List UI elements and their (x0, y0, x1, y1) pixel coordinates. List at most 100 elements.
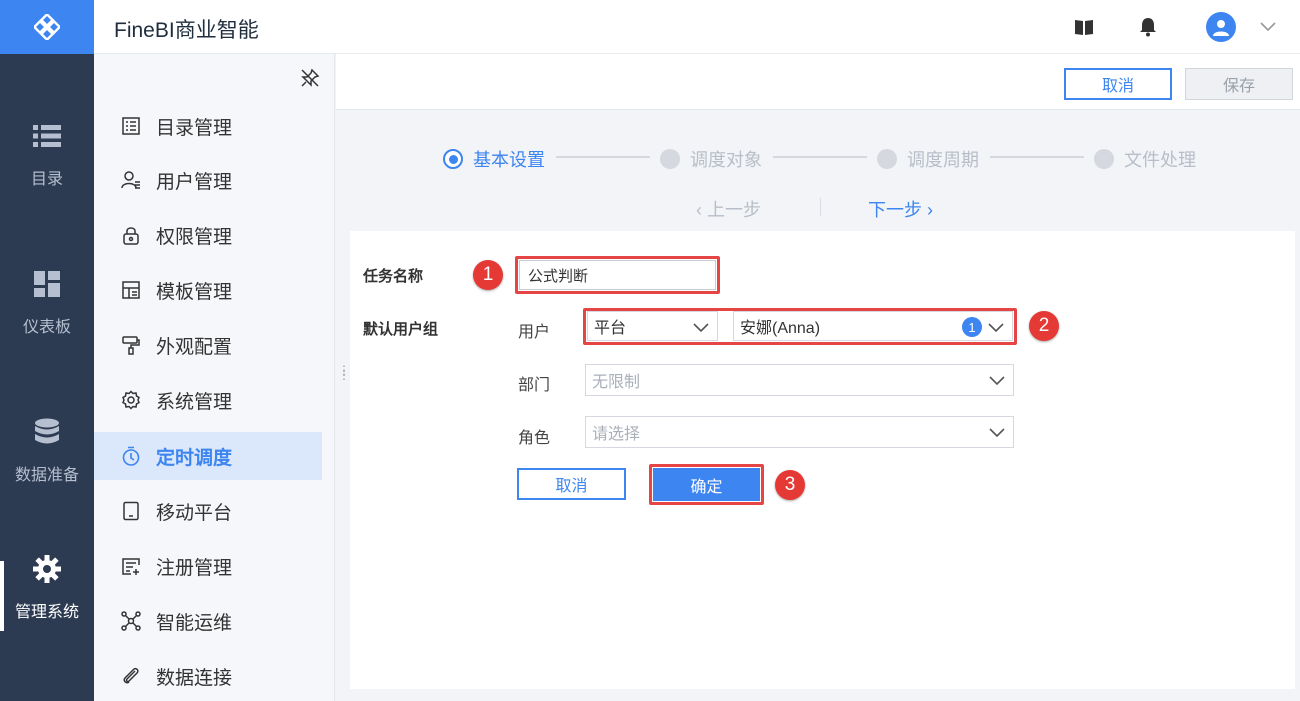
sidebar-item-ops[interactable]: 智能运维 (94, 597, 322, 645)
sidebar-item-system[interactable]: 系统管理 (94, 376, 322, 424)
rail-item-label: 管理系统 (14, 604, 79, 621)
form-cancel-button[interactable]: 取消 (517, 468, 626, 500)
catalog-icon (120, 115, 142, 137)
chevron-down-icon (989, 425, 1005, 443)
sidebar-item-templates[interactable]: 模板管理 (94, 266, 322, 314)
next-step-button[interactable]: 下一步 › (868, 196, 933, 222)
user-label: 用户 (518, 324, 551, 341)
step-file-handling[interactable]: 文件处理 (1094, 146, 1196, 172)
timer-icon (120, 445, 142, 467)
chevron-down-icon (693, 320, 709, 338)
sidebar-item-mobile[interactable]: 移动平台 (94, 487, 322, 535)
sidebar-item-label: 外观配置 (156, 336, 233, 358)
rail-item-admin[interactable]: 管理系统 (0, 533, 94, 643)
sidebar-item-scheduling[interactable]: 定时调度 (94, 432, 322, 480)
prev-step-button[interactable]: ‹ 上一步 (696, 196, 761, 222)
step-label: 调度周期 (907, 150, 979, 170)
top-header: FineBI商业智能 (94, 0, 1300, 54)
avatar[interactable] (1206, 12, 1236, 42)
chevron-right-icon: › (927, 200, 934, 220)
role-label: 角色 (518, 430, 551, 447)
step-schedule-target[interactable]: 调度对象 (660, 146, 762, 172)
save-button[interactable]: 保存 (1185, 68, 1293, 100)
app-rail: 目录 仪表板 数据准备 管理系统 (0, 0, 94, 701)
book-icon[interactable] (1074, 17, 1094, 37)
resize-handle[interactable]: ⋮ ⋮ (338, 364, 350, 381)
cog-icon (120, 389, 142, 411)
template-icon (120, 279, 142, 301)
sidebar-item-label: 用户管理 (156, 171, 233, 193)
sidebar-item-label: 系统管理 (156, 391, 233, 413)
sidebar-item-data-connection[interactable]: 数据连接 (94, 652, 322, 700)
user-source-value: 平台 (594, 320, 627, 337)
sidebar-item-label: 移动平台 (156, 502, 233, 524)
user-icon (120, 169, 142, 191)
role-placeholder: 请选择 (592, 426, 641, 443)
nav-divider (820, 198, 821, 216)
task-name-label: 任务名称 (363, 268, 424, 285)
role-select[interactable]: 请选择 (585, 416, 1014, 448)
rail-item-label: 数据准备 (14, 467, 79, 484)
sidebar-item-permissions[interactable]: 权限管理 (94, 211, 322, 259)
sidebar-item-label: 权限管理 (156, 226, 233, 248)
chevron-left-icon: ‹ (696, 200, 707, 220)
task-name-input[interactable]: 公式判断 (519, 260, 716, 290)
sidebar-item-catalog[interactable]: 目录管理 (94, 102, 322, 150)
annotation-badge-3: 3 (775, 470, 805, 500)
user-select[interactable]: 安娜(Anna) 1 (733, 311, 1013, 341)
confirm-button[interactable]: 确定 (653, 468, 760, 501)
rail-item-label: 仪表板 (22, 319, 71, 336)
step-schedule-period[interactable]: 调度周期 (877, 146, 979, 172)
tablet-icon (120, 500, 142, 522)
admin-sidebar: 目录管理 用户管理 权限管理 模板管理 外观配置 系统管理 定时调度 移动平台 … (94, 54, 335, 701)
user-source-select[interactable]: 平台 (587, 311, 718, 341)
prev-step-label: 上一步 (707, 200, 761, 220)
chevron-down-icon[interactable] (1260, 19, 1276, 37)
network-icon (120, 610, 142, 632)
sidebar-item-label: 数据连接 (156, 667, 233, 689)
app-logo[interactable] (0, 0, 94, 54)
chevron-down-icon (988, 320, 1004, 338)
app-title: FineBI商业智能 (114, 19, 259, 42)
sidebar-item-appearance[interactable]: 外观配置 (94, 321, 322, 369)
annotation-badge-1: 1 (473, 260, 503, 290)
step-connector (773, 156, 867, 158)
database-icon (32, 417, 62, 447)
step-connector (556, 156, 650, 158)
pin-icon[interactable] (300, 68, 320, 93)
bell-icon[interactable] (1138, 17, 1158, 37)
step-dot (443, 149, 463, 169)
rail-item-data-prep[interactable]: 数据准备 (0, 396, 94, 506)
rail-item-dashboard[interactable]: 仪表板 (0, 248, 94, 358)
department-value: 无限制 (592, 374, 641, 391)
step-dot (1094, 149, 1114, 169)
user-avatar-icon (1213, 20, 1229, 36)
paperclip-icon (120, 665, 142, 687)
sidebar-item-label: 模板管理 (156, 281, 233, 303)
next-step-label: 下一步 (868, 200, 922, 220)
sidebar-item-label: 智能运维 (156, 612, 233, 634)
gear-icon (32, 554, 62, 584)
step-label: 文件处理 (1124, 150, 1196, 170)
step-basic-settings[interactable]: 基本设置 (443, 146, 545, 172)
rail-item-catalog[interactable]: 目录 (0, 100, 94, 210)
user-value: 安娜(Anna) (740, 320, 821, 337)
user-count-badge: 1 (962, 317, 982, 337)
cancel-button[interactable]: 取消 (1064, 68, 1172, 100)
sidebar-item-registration[interactable]: 注册管理 (94, 542, 322, 590)
lock-icon (120, 224, 142, 246)
step-label: 基本设置 (473, 150, 545, 170)
list-icon (32, 121, 62, 151)
step-connector (990, 156, 1084, 158)
sidebar-item-label: 注册管理 (156, 557, 233, 579)
rail-item-label: 目录 (30, 171, 63, 188)
sidebar-item-label: 定时调度 (156, 447, 233, 469)
step-label: 调度对象 (690, 150, 762, 170)
chevron-down-icon (989, 373, 1005, 391)
sidebar-item-users[interactable]: 用户管理 (94, 156, 322, 204)
department-select[interactable]: 无限制 (585, 364, 1014, 396)
settings-card (350, 231, 1295, 689)
default-user-group-label: 默认用户组 (363, 321, 439, 338)
department-label: 部门 (518, 377, 551, 394)
step-dot (660, 149, 680, 169)
